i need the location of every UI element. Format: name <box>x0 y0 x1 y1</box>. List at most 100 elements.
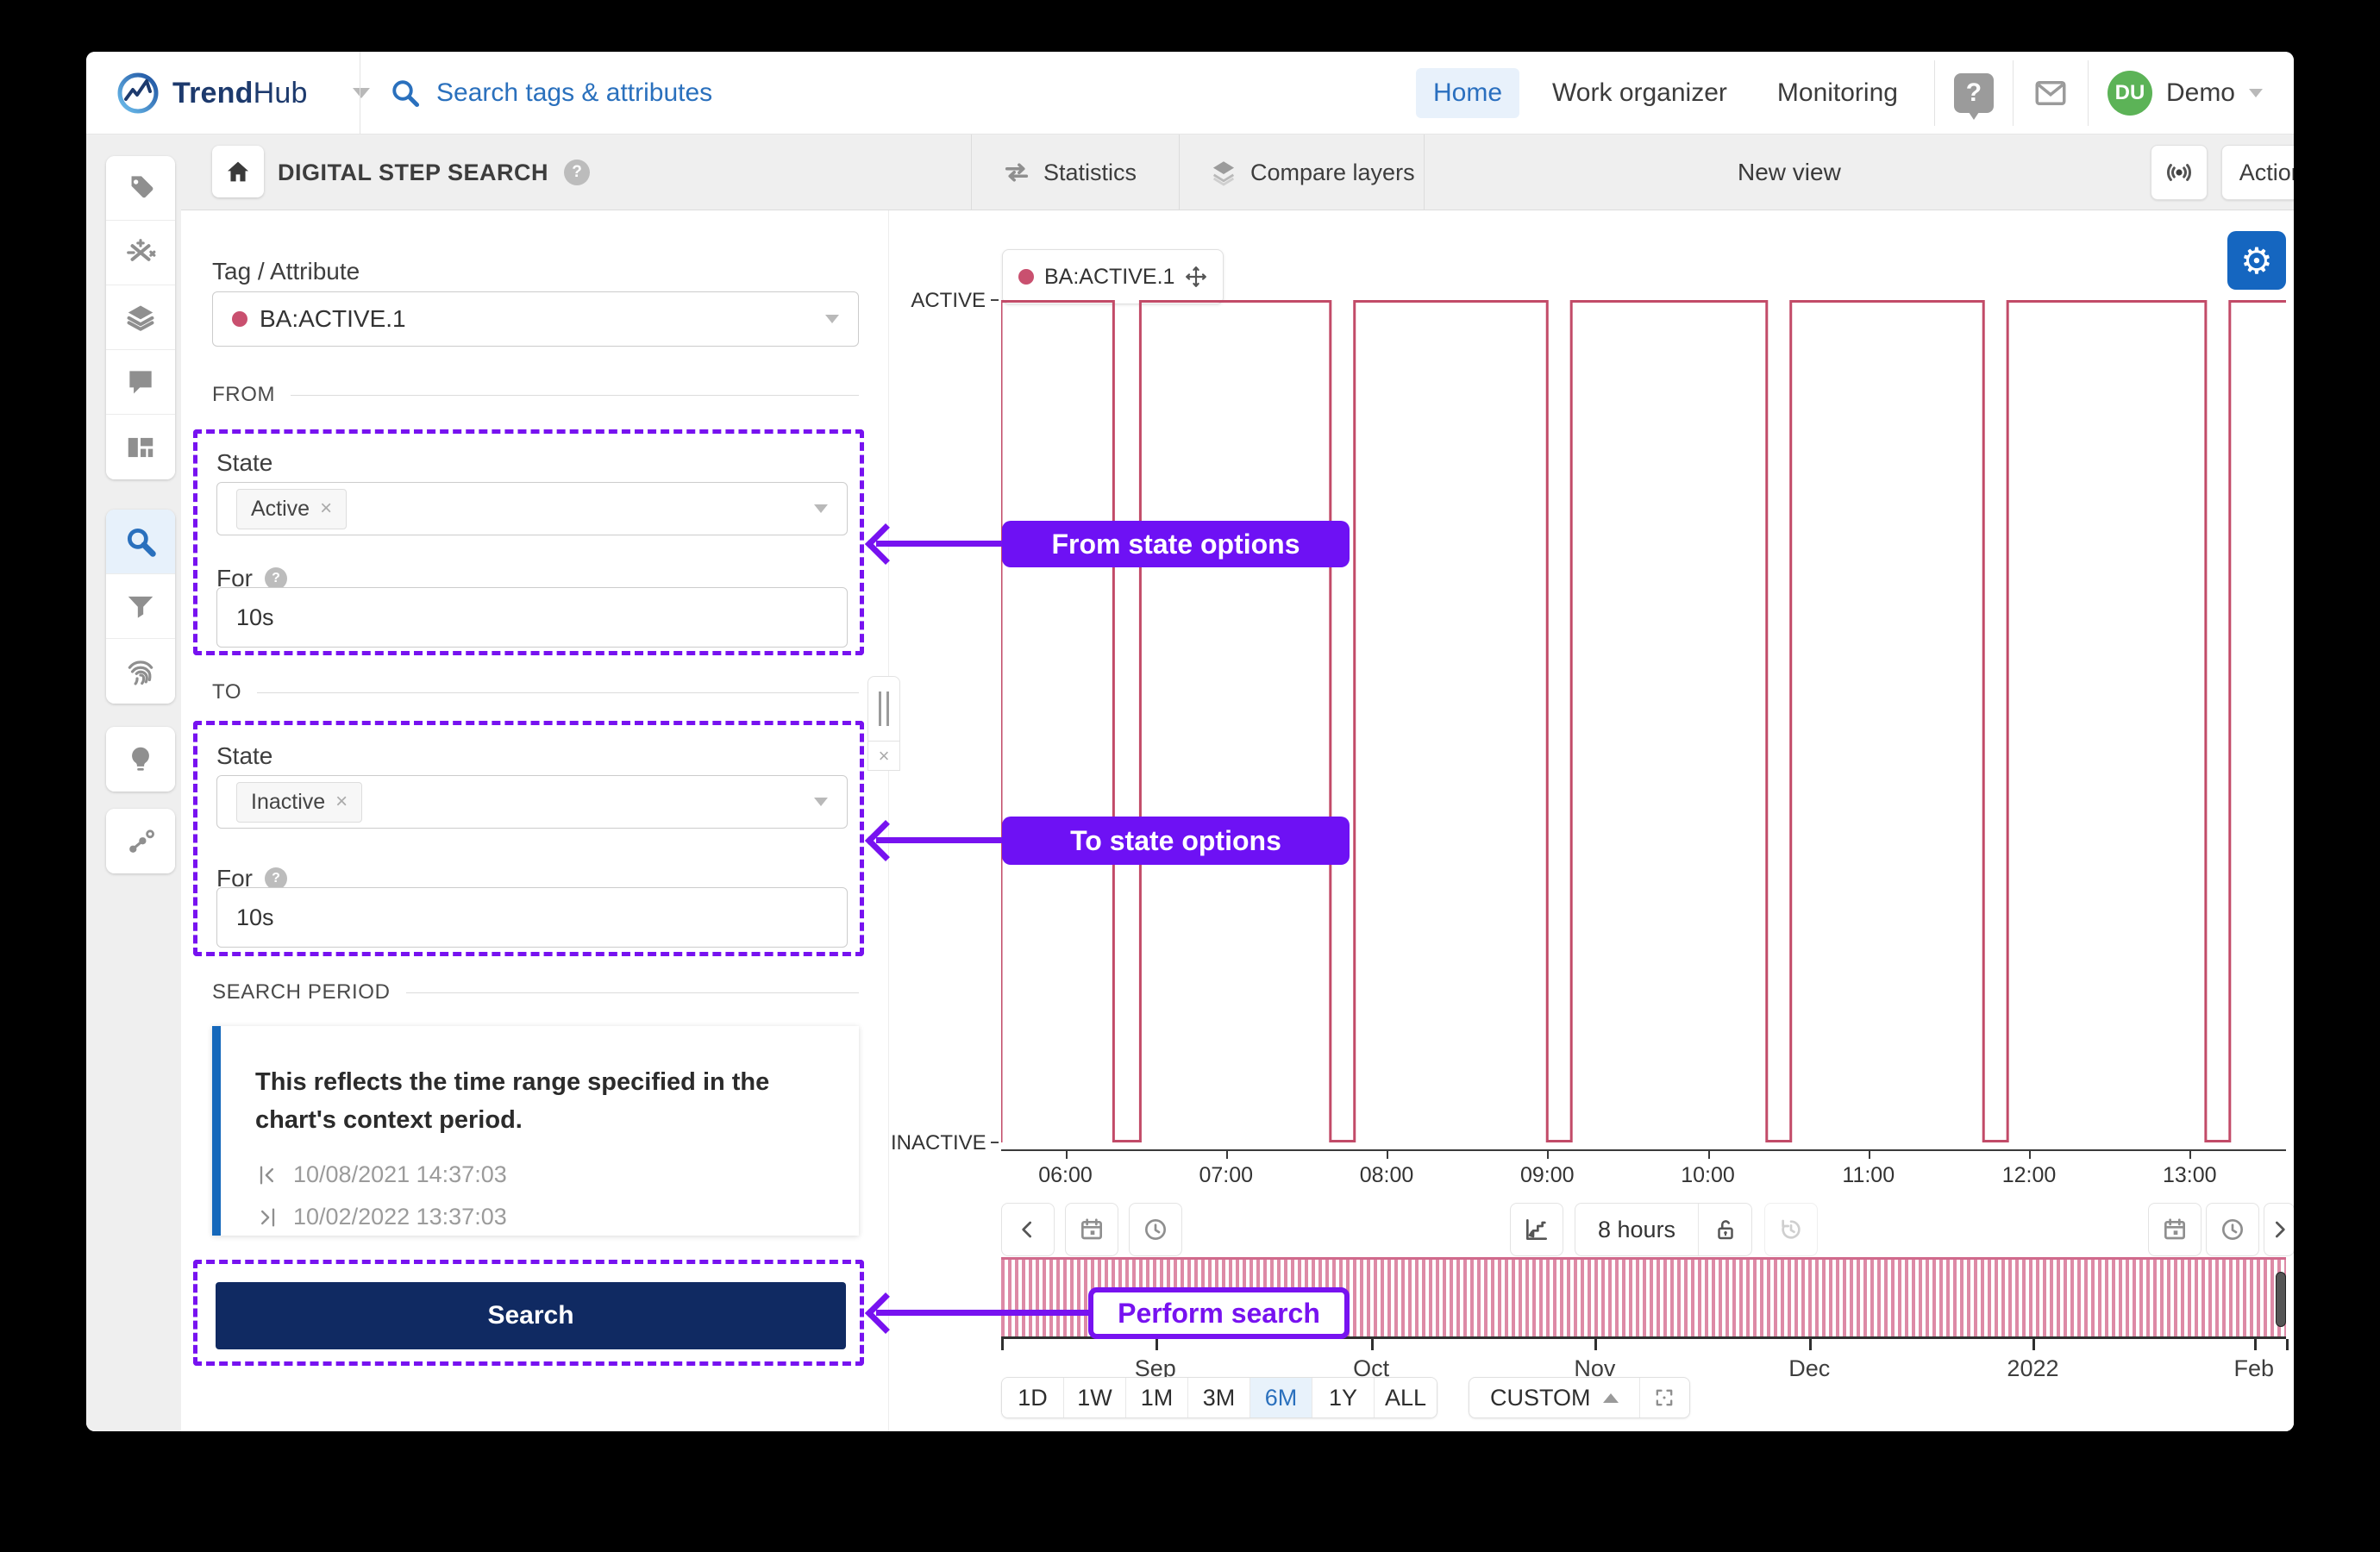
y-label-active: ACTIVE <box>911 289 986 312</box>
end-time-button[interactable] <box>2206 1203 2259 1256</box>
context-period-bar[interactable] <box>1001 1257 2286 1336</box>
sidebar-item-comments[interactable] <box>106 350 175 415</box>
sidebar-group-2 <box>106 510 175 704</box>
x-tick <box>1868 1151 1870 1159</box>
dashboard-icon <box>128 437 153 457</box>
trendhub-logo-icon <box>117 72 159 114</box>
duration-button[interactable]: 8 hours <box>1575 1204 1698 1255</box>
range-start-icon <box>260 1166 273 1184</box>
clock-icon <box>1145 1219 1166 1240</box>
logo-dropdown-caret[interactable] <box>352 88 370 98</box>
user-menu[interactable]: DU Demo <box>2107 71 2263 116</box>
custom-range-button[interactable]: CUSTOM <box>1469 1378 1639 1417</box>
header-separator <box>2012 60 2014 126</box>
nav-monitoring[interactable]: Monitoring <box>1760 68 1915 118</box>
pan-right-button[interactable] <box>2264 1203 2294 1256</box>
from-section-header: FROM <box>212 383 859 407</box>
chevron-down-icon <box>814 798 828 806</box>
chart-type-button[interactable] <box>1510 1203 1563 1256</box>
nav-home[interactable]: Home <box>1416 68 1520 118</box>
panel-collapse-button[interactable]: × <box>867 742 900 771</box>
section-divider <box>405 992 859 993</box>
actions-button[interactable]: Actions <box>2221 145 2294 200</box>
legend-chip[interactable]: BA:ACTIVE.1 <box>1002 249 1224 304</box>
series-color-dot <box>1018 269 1034 285</box>
nodes-icon <box>129 829 154 853</box>
move-icon[interactable] <box>1185 266 1207 288</box>
to-state-chip[interactable]: Inactive × <box>236 781 363 823</box>
month-tick <box>1155 1339 1158 1350</box>
view-title: New view <box>1738 159 1841 185</box>
search-input[interactable] <box>436 78 919 108</box>
range-button-all[interactable]: ALL <box>1375 1378 1437 1417</box>
month-tick <box>1594 1339 1598 1350</box>
statistics-button[interactable]: Statistics <box>1002 135 1137 210</box>
trend-plot[interactable] <box>1001 300 2286 1142</box>
to-section-header: TO <box>212 680 859 704</box>
start-date-button[interactable] <box>1065 1203 1118 1256</box>
panel-resize-handle[interactable] <box>867 676 900 742</box>
range-button-group: 1D 1W 1M 3M 6M 1Y ALL <box>1001 1377 1437 1418</box>
to-for-input[interactable] <box>216 887 848 948</box>
statistics-label: Statistics <box>1043 159 1137 185</box>
global-search <box>390 52 919 135</box>
sidebar-group-4 <box>106 809 175 873</box>
pan-left-button[interactable] <box>1001 1203 1055 1256</box>
search-period-note: This reflects the time range specified i… <box>255 1068 770 1134</box>
range-button-3m[interactable]: 3M <box>1188 1378 1250 1417</box>
digital-step-series <box>1001 300 2286 1142</box>
start-time-button[interactable] <box>1129 1203 1182 1256</box>
step-trend-icon <box>1526 1219 1547 1240</box>
range-button-6m[interactable]: 6M <box>1250 1378 1312 1417</box>
from-state-select[interactable]: Active × <box>216 482 848 535</box>
sidebar-group-1 <box>106 156 175 479</box>
context-bar-handle[interactable] <box>2276 1272 2286 1327</box>
compare-layers-button[interactable]: Compare layers <box>1209 135 1415 210</box>
trendhub-logo[interactable]: TrendHub <box>116 52 370 135</box>
chip-remove-icon[interactable]: × <box>335 790 348 814</box>
chart-settings-button[interactable]: ⚙ <box>2227 231 2286 290</box>
title-help-icon[interactable]: ? <box>564 160 591 185</box>
range-button-1d[interactable]: 1D <box>1002 1378 1064 1417</box>
tag-attribute-select[interactable]: BA:ACTIVE.1 <box>212 291 859 347</box>
y-tick <box>991 299 999 301</box>
x-tick-label: 13:00 <box>2162 1163 2217 1187</box>
nav-work-organizer[interactable]: Work organizer <box>1535 68 1744 118</box>
sidebar-item-tags[interactable] <box>106 156 175 221</box>
from-for-input[interactable] <box>216 587 848 648</box>
range-button-1y[interactable]: 1Y <box>1312 1378 1375 1417</box>
help-icon[interactable]: ? <box>1953 73 1994 120</box>
sidebar-item-recommendations[interactable] <box>106 727 175 792</box>
sidebar-item-layers[interactable] <box>106 285 175 350</box>
sidebar-item-context[interactable] <box>106 809 175 873</box>
main-region: DIGITAL STEP SEARCH ? Statistics Compare… <box>181 135 2294 1431</box>
to-state-select[interactable]: Inactive × <box>216 775 848 829</box>
tag-attribute-label: Tag / Attribute <box>212 258 360 285</box>
search-button[interactable]: Search <box>216 1282 846 1349</box>
chip-remove-icon[interactable]: × <box>320 497 332 521</box>
y-label-inactive: INACTIVE <box>891 1131 986 1155</box>
month-label: Feb <box>2233 1355 2275 1381</box>
period-start-row: 10/08/2021 14:37:03 <box>255 1161 833 1188</box>
range-button-1w[interactable]: 1W <box>1064 1378 1126 1417</box>
caret-up-icon <box>1602 1392 1619 1403</box>
sidebar-item-filter[interactable] <box>106 574 175 639</box>
range-button-1m[interactable]: 1M <box>1126 1378 1188 1417</box>
expand-range-button[interactable] <box>1638 1378 1689 1417</box>
sidebar-item-fingerprint[interactable] <box>106 639 175 704</box>
from-state-annotation-box: State Active × For ? <box>193 429 864 655</box>
mail-icon[interactable] <box>2032 75 2069 111</box>
sidebar-item-dashboard[interactable] <box>106 415 175 479</box>
history-reset-button[interactable] <box>1764 1203 1818 1256</box>
home-view-button[interactable] <box>212 146 264 197</box>
sidebar-item-search[interactable] <box>106 510 175 574</box>
chevron-left-icon <box>1022 1221 1031 1238</box>
duration-lock-button[interactable] <box>1698 1204 1751 1255</box>
live-mode-button[interactable] <box>2151 145 2208 200</box>
sidebar-item-calculations[interactable] <box>106 221 175 285</box>
from-state-chip[interactable]: Active × <box>236 488 348 529</box>
end-date-button[interactable] <box>2148 1203 2202 1256</box>
sidebar-group-3 <box>106 727 175 792</box>
avatar: DU <box>2107 71 2152 116</box>
search-button-annotation-box: Search <box>193 1260 864 1366</box>
